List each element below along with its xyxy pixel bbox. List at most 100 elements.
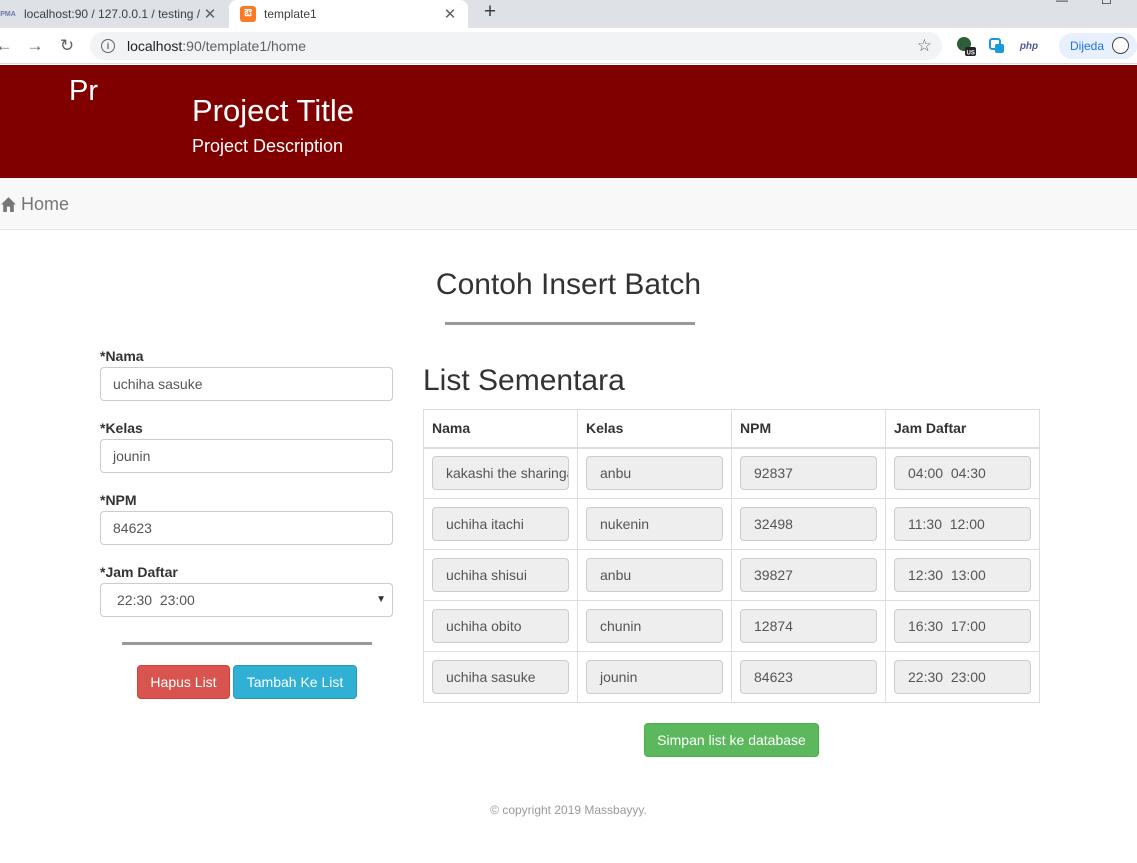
kelas-field[interactable]: jounin xyxy=(100,439,393,473)
kelas-label: *Kelas xyxy=(100,420,143,436)
table-row: kakashi the sharingan anbu 92837 04:00 04:3… xyxy=(423,447,1040,499)
bookmark-star-icon[interactable]: ☆ xyxy=(917,36,932,56)
maximize-icon[interactable]: ☐ xyxy=(1101,0,1112,7)
divider xyxy=(122,642,372,645)
table-cell: 16:30 17:00 xyxy=(885,600,1040,652)
hapus-list-button[interactable]: Hapus List xyxy=(137,665,230,699)
table-cell: uchiha obito xyxy=(423,600,578,652)
table-cell: 12:30 13:00 xyxy=(885,549,1040,601)
php-extension-icon[interactable]: php xyxy=(1018,37,1040,55)
table-cell: 04:00 04:30 xyxy=(885,447,1040,499)
table-cell: nukenin xyxy=(577,498,732,550)
project-description: Project Description xyxy=(192,136,344,156)
close-icon[interactable]: ✕ xyxy=(442,6,458,23)
phpmyadmin-icon: PMA xyxy=(0,10,16,18)
home-label: Home xyxy=(21,194,70,214)
nama-field[interactable]: uchiha sasuke xyxy=(100,367,393,401)
jam-daftar-value: 22:30 23:00 xyxy=(117,592,195,608)
table-cell: kakashi the sharingan xyxy=(423,447,578,499)
url-field[interactable]: i localhost:90/template1/home ☆ xyxy=(90,32,942,60)
jam-daftar-select[interactable]: 22:30 23:00 ▼ xyxy=(100,583,393,617)
simpan-button[interactable]: Simpan list ke database xyxy=(644,723,819,757)
kelas-readonly-field[interactable]: anbu xyxy=(586,456,723,491)
page-title: Contoh Insert Batch xyxy=(435,268,702,301)
screenshot-extension-icon[interactable] xyxy=(988,37,1006,55)
jam-daftar-readonly-field[interactable]: 12:30 13:00 xyxy=(894,558,1031,592)
nama-label: *Nama xyxy=(100,348,144,364)
vpn-extension-icon[interactable]: US xyxy=(955,37,977,57)
kelas-readonly-field[interactable]: nukenin xyxy=(586,507,723,541)
divider xyxy=(445,322,695,325)
profile-label: Dijeda xyxy=(1070,39,1105,53)
url-text: localhost:90/template1/home xyxy=(127,38,307,54)
site-header: Pr Project Title Project Description xyxy=(0,65,1137,178)
list-title: List Sementara xyxy=(423,364,625,397)
xampp-icon: ఔ xyxy=(240,6,256,22)
column-header: Nama xyxy=(423,409,578,449)
close-icon[interactable]: ✕ xyxy=(202,6,218,23)
nama-readonly-field[interactable]: kakashi the sharingan xyxy=(432,456,569,491)
tambah-ke-list-button[interactable]: Tambah Ke List xyxy=(233,665,357,699)
minimize-icon[interactable]: — xyxy=(1056,0,1068,7)
nama-readonly-field[interactable]: uchiha sasuke xyxy=(432,660,569,694)
table-cell: anbu xyxy=(577,549,732,601)
address-bar: ← → ↻ i localhost:90/template1/home ☆ US… xyxy=(0,28,1137,64)
table-cell: uchiha sasuke xyxy=(423,651,578,703)
table-row: uchiha sasuke jounin 84623 22:30 23:00 xyxy=(423,651,1040,703)
nama-readonly-field[interactable]: uchiha obito xyxy=(432,609,569,643)
tab-title: template1 xyxy=(264,7,317,21)
nama-readonly-field[interactable]: uchiha itachi xyxy=(432,507,569,541)
avatar xyxy=(1112,37,1129,54)
list-table: Nama Kelas NPM Jam Daftar kakashi the sh… xyxy=(423,409,1040,703)
npm-label: *NPM xyxy=(100,492,137,508)
npm-readonly-field[interactable]: 39827 xyxy=(740,558,877,592)
new-tab-button[interactable]: + xyxy=(479,0,501,24)
table-cell: 32498 xyxy=(731,498,886,550)
table-row: uchiha obito chunin 12874 16:30 17:00 xyxy=(423,600,1040,652)
logo[interactable]: Pr xyxy=(69,75,98,108)
table-cell: 22:30 23:00 xyxy=(885,651,1040,703)
project-title: Project Title xyxy=(192,93,354,128)
kelas-readonly-field[interactable]: anbu xyxy=(586,558,723,592)
footer-copyright: © copyright 2019 Massbayyy. xyxy=(490,803,647,817)
chevron-down-icon: ▼ xyxy=(376,594,386,605)
kelas-readonly-field[interactable]: jounin xyxy=(586,660,723,694)
browser-tab-template1[interactable]: ఔ template1 ✕ xyxy=(229,0,468,28)
npm-readonly-field[interactable]: 92837 xyxy=(740,456,877,491)
npm-field[interactable]: 84623 xyxy=(100,511,393,545)
table-cell: chunin xyxy=(577,600,732,652)
table-cell: 11:30 12:00 xyxy=(885,498,1040,550)
jam-daftar-readonly-field[interactable]: 11:30 12:00 xyxy=(894,507,1031,541)
insert-form: *Nama uchiha sasuke *Kelas jounin *NPM 8… xyxy=(100,348,393,699)
jam-daftar-readonly-field[interactable]: 04:00 04:30 xyxy=(894,456,1031,491)
kelas-readonly-field[interactable]: chunin xyxy=(586,609,723,643)
jam-daftar-readonly-field[interactable]: 16:30 17:00 xyxy=(894,609,1031,643)
jam-daftar-label: *Jam Daftar xyxy=(100,564,178,580)
column-header: NPM xyxy=(731,409,886,449)
tab-title: localhost:90 / 127.0.0.1 / testing / xyxy=(24,7,201,21)
jam-daftar-readonly-field[interactable]: 22:30 23:00 xyxy=(894,660,1031,694)
form-actions: Hapus List Tambah Ke List xyxy=(137,665,357,699)
forward-icon[interactable]: → xyxy=(25,36,45,56)
table-cell: 84623 xyxy=(731,651,886,703)
reload-icon[interactable]: ↻ xyxy=(57,36,77,56)
npm-readonly-field[interactable]: 32498 xyxy=(740,507,877,541)
browser-tab-phpmyadmin[interactable]: PMA localhost:90 / 127.0.0.1 / testing /… xyxy=(0,0,228,28)
column-header: Kelas xyxy=(577,409,732,449)
table-row: uchiha itachi nukenin 32498 11:30 12:00 xyxy=(423,498,1040,550)
nav-home-link[interactable]: Home xyxy=(0,194,69,215)
npm-readonly-field[interactable]: 84623 xyxy=(740,660,877,694)
info-icon[interactable]: i xyxy=(101,39,115,53)
navbar: Home xyxy=(0,178,1137,230)
back-icon[interactable]: ← xyxy=(0,36,14,56)
table-header-row: Nama Kelas NPM Jam Daftar xyxy=(423,409,1040,449)
browser-tab-strip: PMA localhost:90 / 127.0.0.1 / testing /… xyxy=(0,0,1137,28)
npm-readonly-field[interactable]: 12874 xyxy=(740,609,877,643)
nama-readonly-field[interactable]: uchiha shisui xyxy=(432,558,569,592)
profile-button[interactable]: Dijeda xyxy=(1059,33,1137,59)
table-cell: anbu xyxy=(577,447,732,499)
table-row: uchiha shisui anbu 39827 12:30 13:00 xyxy=(423,549,1040,601)
table-cell: 39827 xyxy=(731,549,886,601)
home-icon xyxy=(1,197,16,212)
svg-text:US: US xyxy=(967,51,975,57)
